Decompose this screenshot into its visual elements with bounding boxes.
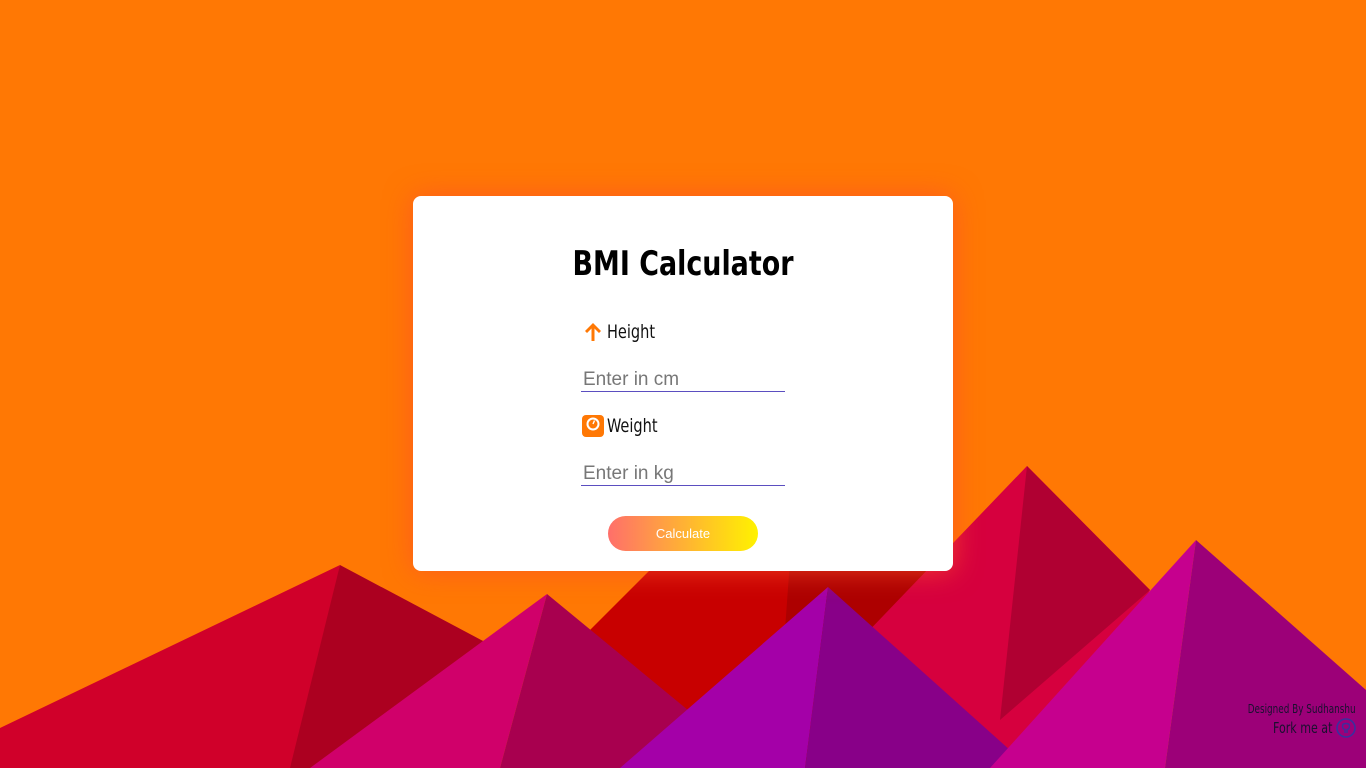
weight-label: Weight [581, 414, 666, 438]
github-icon[interactable] [1336, 718, 1356, 738]
height-input[interactable] [581, 368, 785, 392]
height-label-text: Height [607, 321, 656, 343]
weight-input[interactable] [581, 462, 785, 486]
height-label: Height [581, 320, 664, 344]
weighing-scale-icon [581, 414, 605, 438]
designed-by-text: Designed By Sudhanshu [1248, 702, 1356, 716]
page-title: BMI Calculator [572, 244, 794, 284]
footer: Designed By Sudhanshu Fork me at [1224, 702, 1356, 738]
arrow-up-icon [581, 320, 605, 344]
weight-label-text: Weight [607, 415, 658, 437]
bmi-card: BMI Calculator Height Weight Calculate [413, 196, 953, 571]
fork-link[interactable]: Fork me at [1224, 718, 1356, 738]
calculate-button[interactable]: Calculate [608, 516, 758, 551]
fork-text: Fork me at [1272, 719, 1332, 737]
